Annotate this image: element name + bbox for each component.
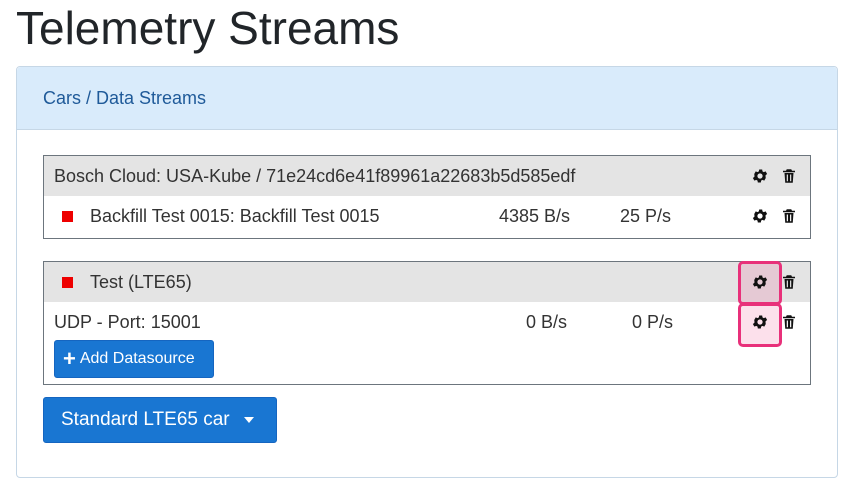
trash-icon[interactable] [780,167,798,185]
stream-rate: 4385 B/s [499,205,571,226]
stream-row: UDP - Port: 15001 0 B/s 0 P/s [44,302,810,347]
add-datasource-label: Add Datasource [79,350,195,367]
group-header: Test (LTE65) [44,261,810,305]
group-header: Bosch Cloud: USA-Kube / 71e24cd6e41f8996… [44,156,810,196]
trash-icon[interactable] [780,207,798,225]
gear-icon[interactable] [751,313,769,331]
stream-packets: 25 P/s [620,205,672,226]
gear-icon[interactable] [751,167,769,185]
car-select-label: Standard LTE65 car [61,409,230,430]
panel-heading: Cars / Data Streams [17,67,837,130]
status-indicator [62,277,73,288]
trash-icon[interactable] [780,313,798,331]
gear-icon[interactable] [751,273,769,291]
gear-icon[interactable] [751,207,769,225]
trash-icon[interactable] [780,273,798,291]
stream-name: Backfill Test 0015: Backfill Test 0015 [90,205,380,226]
stream-packets: 0 P/s [632,311,674,332]
plus-icon: + [63,346,76,371]
group-header-label: Test (LTE65) [90,271,192,292]
stream-group-bosch: Bosch Cloud: USA-Kube / 71e24cd6e41f8996… [43,155,811,239]
car-select-dropdown[interactable]: Standard LTE65 car [43,397,277,443]
stream-row: Backfill Test 0015: Backfill Test 0015 4… [44,196,810,236]
stream-name: UDP - Port: 15001 [54,311,201,332]
group-header-label: Bosch Cloud: USA-Kube / 71e24cd6e41f8996… [54,165,576,186]
breadcrumb[interactable]: Cars / Data Streams [43,88,206,109]
caret-down-icon [243,417,254,423]
streams-panel: Cars / Data Streams Bosch Cloud: USA-Kub… [16,66,838,478]
add-datasource-button[interactable]: + Add Datasource [54,340,214,378]
page-title: Telemetry Streams [16,2,400,54]
stream-group-test: Test (LTE65) UDP - Port: 15001 0 B/s 0 P… [43,261,811,385]
status-indicator [62,211,73,222]
stream-rate: 0 B/s [526,311,568,332]
